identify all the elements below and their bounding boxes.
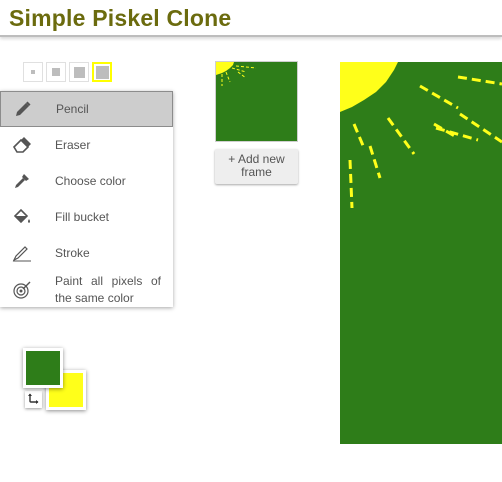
pen-size-3-button[interactable]	[69, 62, 89, 82]
color-swatches	[22, 346, 92, 416]
add-frame-button[interactable]: + Add new frame	[215, 149, 298, 184]
eyedropper-icon	[12, 171, 32, 191]
pen-size-selector	[23, 62, 112, 82]
pen-size-2-button[interactable]	[46, 62, 66, 82]
tool-paint-same-color[interactable]: Paint all pixels of the same color	[0, 271, 173, 309]
app-title: Simple Piskel Clone	[9, 5, 232, 31]
stroke-icon	[12, 243, 32, 263]
drawing-canvas-surface	[340, 62, 502, 444]
paint-same-color-icon	[12, 280, 32, 300]
drawing-canvas[interactable]	[340, 62, 502, 444]
app-header: Simple Piskel Clone	[0, 0, 502, 37]
pencil-icon	[13, 99, 33, 119]
tool-label: Fill bucket	[55, 209, 110, 224]
pen-size-3-icon	[73, 66, 85, 78]
frame-thumbnail[interactable]	[215, 61, 298, 142]
tool-stroke[interactable]: Stroke	[0, 235, 173, 271]
pen-size-1-button[interactable]	[23, 62, 43, 82]
tool-choose-color[interactable]: Choose color	[0, 163, 173, 199]
canvas-background	[340, 62, 502, 444]
tool-label: Pencil	[56, 101, 89, 116]
pen-size-1-icon	[31, 70, 35, 74]
pen-size-4-button[interactable]	[92, 62, 112, 82]
fill-bucket-icon	[12, 207, 32, 227]
eraser-icon	[12, 135, 32, 155]
tool-pencil[interactable]: Pencil	[0, 91, 173, 127]
swap-colors-button[interactable]	[25, 391, 42, 408]
tool-label: Paint all pixels of the same color	[55, 274, 161, 305]
tool-eraser[interactable]: Eraser	[0, 127, 173, 163]
tool-label: Eraser	[55, 137, 91, 152]
thumb-background	[216, 62, 297, 141]
swap-colors-icon	[28, 391, 39, 409]
pen-size-4-icon	[95, 65, 109, 79]
primary-color-swatch[interactable]	[23, 348, 63, 388]
tool-label: Stroke	[55, 245, 90, 260]
pen-size-2-icon	[52, 68, 60, 76]
tool-fill-bucket[interactable]: Fill bucket	[0, 199, 173, 235]
tool-list: Pencil Eraser Choose color Fill bucket S…	[0, 91, 173, 307]
frame-thumbnail-preview	[216, 62, 297, 141]
tool-label: Choose color	[55, 173, 126, 188]
